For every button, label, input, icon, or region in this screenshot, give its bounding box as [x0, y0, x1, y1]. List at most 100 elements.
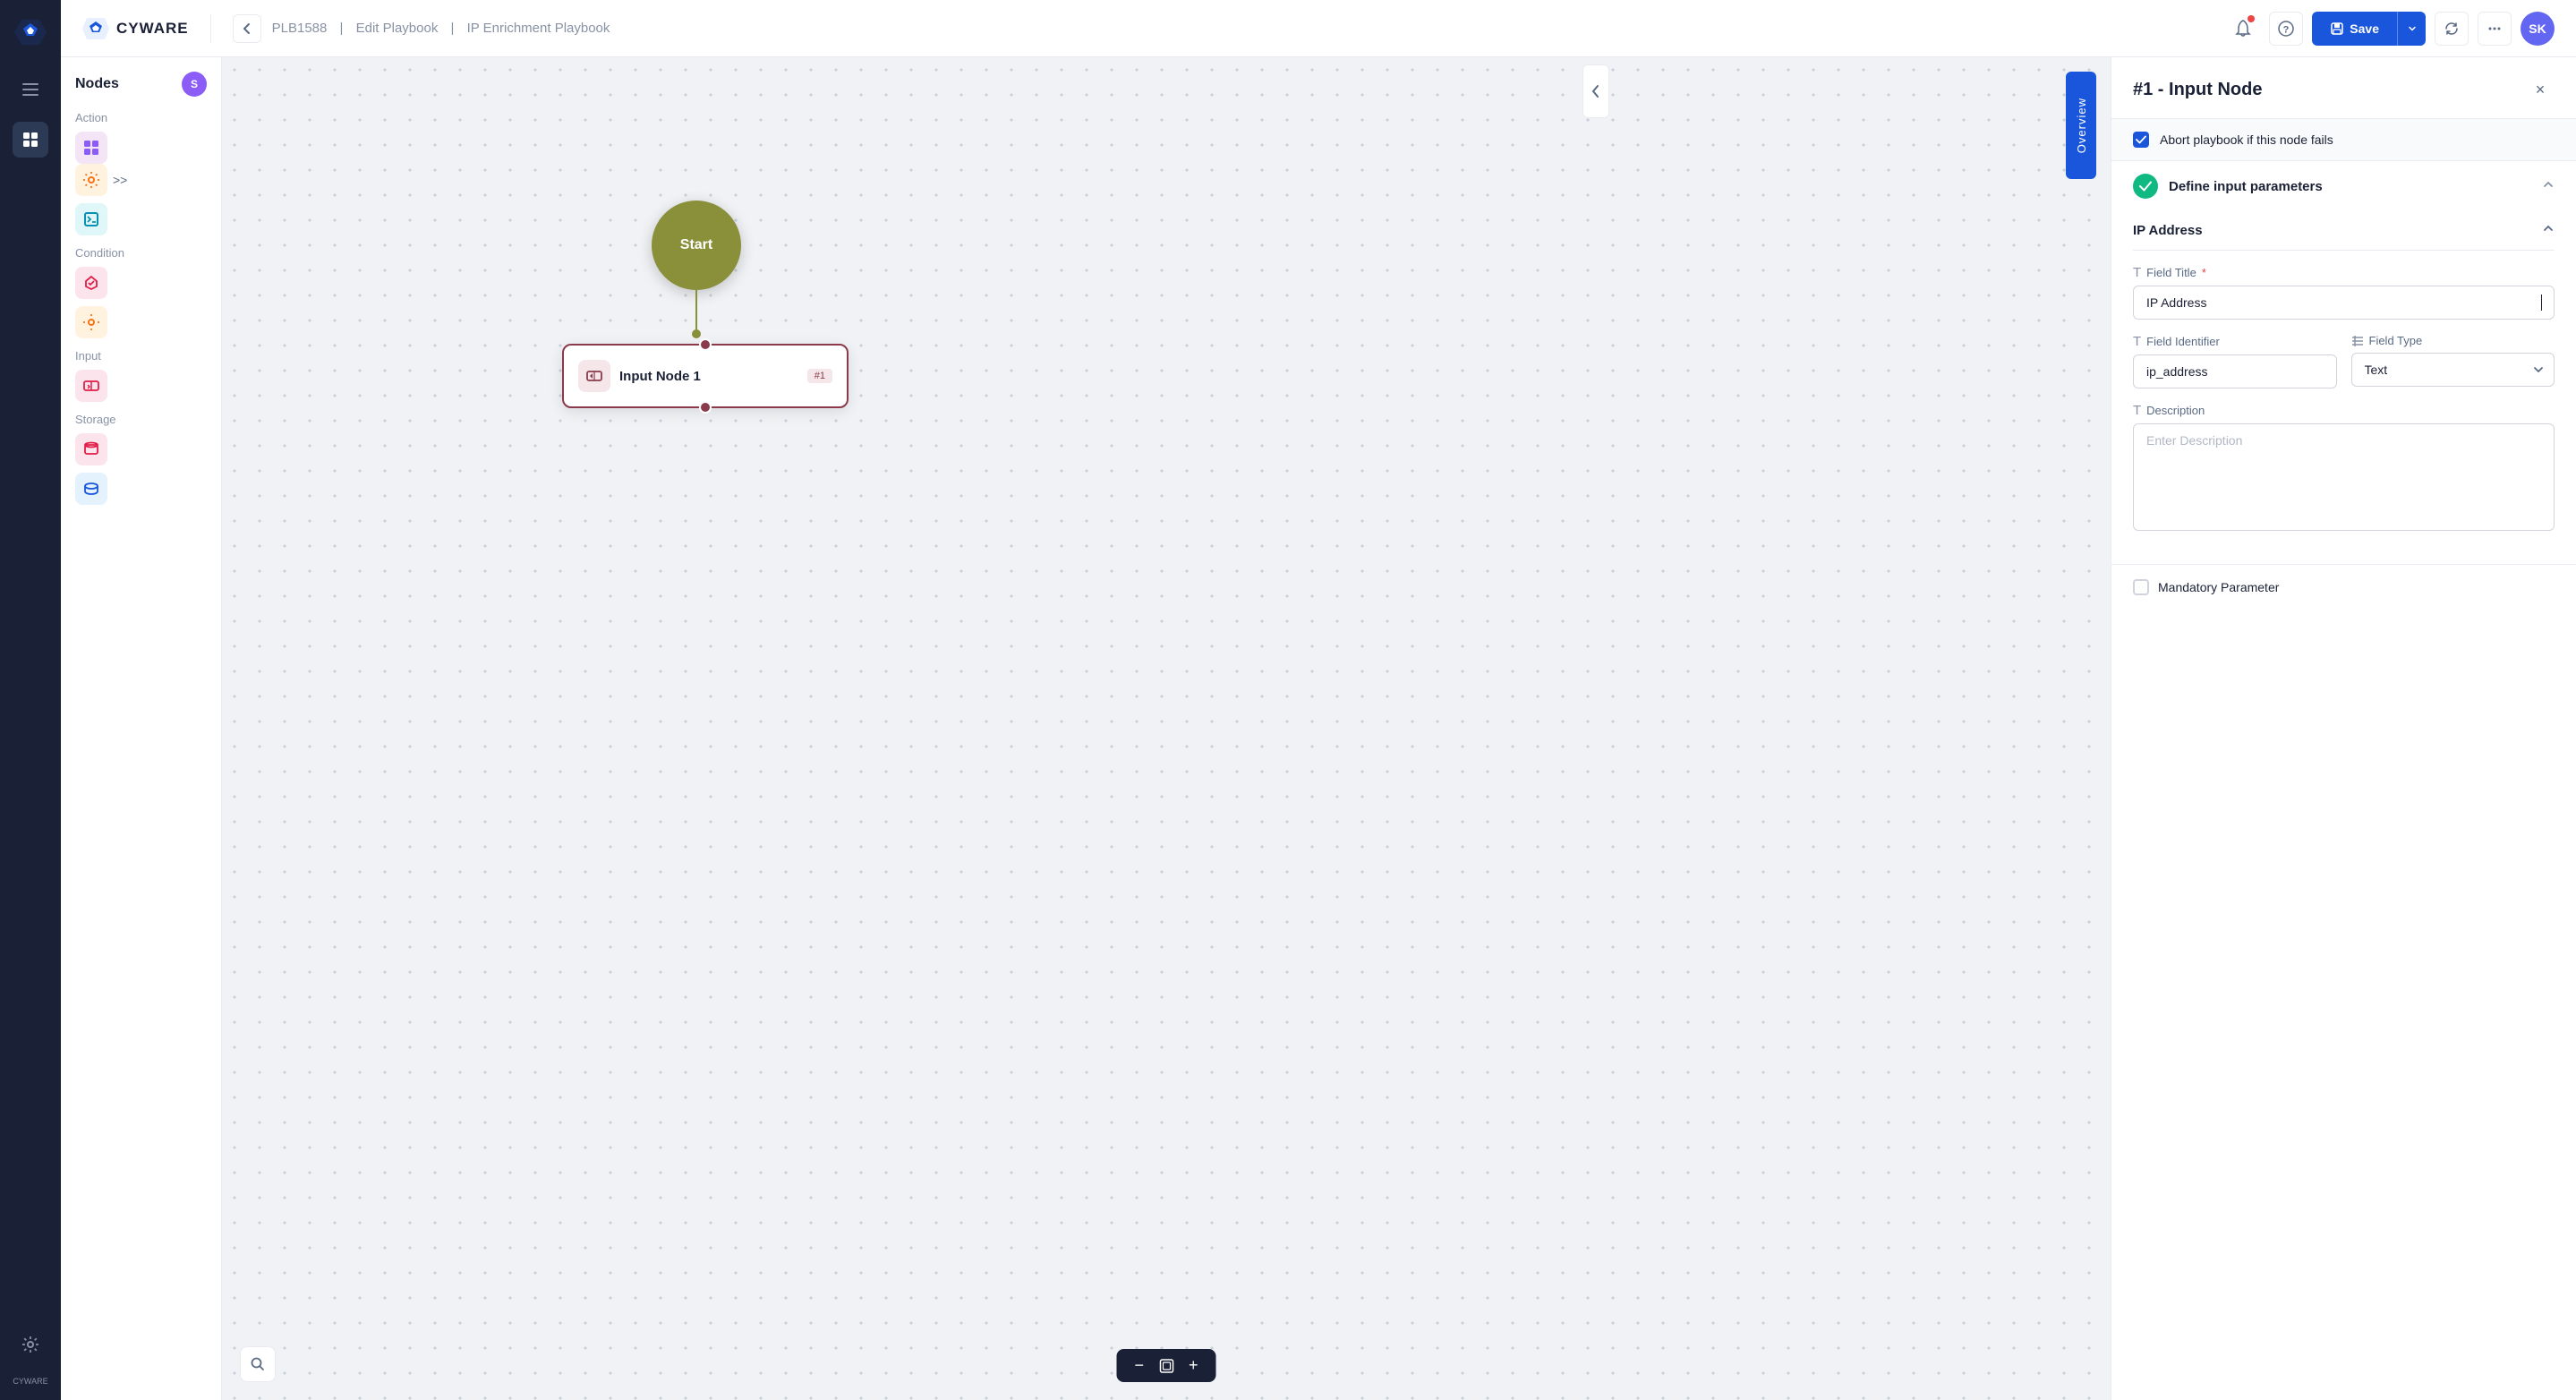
right-panel: #1 - Input Node × Abort playbook if this…: [2111, 57, 2576, 1400]
notification-badge: [2248, 15, 2255, 22]
zoom-fit-button[interactable]: [1158, 1358, 1174, 1374]
palette-bracket-icons: [75, 203, 207, 235]
svg-text:?: ?: [2283, 24, 2290, 35]
mandatory-checkbox[interactable]: [2133, 579, 2149, 595]
palette-header: Nodes S: [75, 72, 207, 97]
zoom-controls: − +: [1116, 1349, 1215, 1382]
cyware-brand-label: CYWARE: [13, 1377, 47, 1386]
palette-icon-bracket[interactable]: [75, 203, 107, 235]
start-node[interactable]: Start: [652, 201, 741, 290]
palette-section-condition-label: Condition: [75, 246, 207, 260]
right-panel-body: Abort playbook if this node fails Define…: [2111, 119, 2576, 1400]
ip-section-title: IP Address: [2133, 223, 2203, 238]
field-identifier-label: T Field Identifier: [2133, 334, 2337, 349]
expand-arrow[interactable]: >>: [113, 173, 127, 187]
notification-icon[interactable]: [2226, 12, 2260, 46]
palette-storage-icons: [75, 433, 207, 505]
field-title-t-icon: T: [2133, 265, 2141, 280]
palette-icon-storage2[interactable]: [75, 473, 107, 505]
overview-panel[interactable]: Overview: [2066, 72, 2096, 179]
zoom-in-button[interactable]: +: [1189, 1356, 1198, 1375]
header-nav: PLB1588 | Edit Playbook | IP Enrichment …: [233, 14, 614, 43]
save-dropdown-button[interactable]: [2397, 12, 2426, 46]
palette-section-input-label: Input: [75, 349, 207, 363]
ip-section-chevron: [2542, 222, 2555, 239]
field-row-two-col: T Field Identifier: [2133, 334, 2555, 388]
palette-condition-icons: [75, 267, 207, 338]
field-id-t-icon: T: [2133, 334, 2141, 349]
header-logo: CYWARE: [82, 16, 189, 41]
field-title-label: T Field Title *: [2133, 265, 2555, 280]
field-type-list-icon: [2351, 335, 2364, 347]
user-avatar[interactable]: SK: [2521, 12, 2555, 46]
sidebar-bottom: CYWARE: [13, 1327, 48, 1386]
abort-row: Abort playbook if this node fails: [2111, 119, 2576, 161]
input-node-icon: [578, 360, 610, 392]
top-header: CYWARE PLB1588 | Edit Playbook | IP Enri…: [61, 0, 2576, 57]
field-title-input-wrapper: [2133, 286, 2555, 320]
field-identifier-input[interactable]: [2133, 354, 2337, 388]
abort-checkbox[interactable]: [2133, 132, 2149, 148]
breadcrumb-sep2: |: [451, 21, 455, 36]
save-button[interactable]: Save: [2312, 12, 2397, 46]
field-type-group: Field Type Text Number Boolean Date List: [2351, 334, 2555, 388]
palette-input-icons: [75, 370, 207, 402]
ip-section-header: IP Address: [2133, 211, 2555, 251]
define-params-header[interactable]: Define input parameters: [2111, 161, 2576, 211]
breadcrumb-sep1: |: [340, 21, 344, 36]
input-node-badge: #1: [807, 369, 832, 383]
header-actions: ? Save: [2226, 12, 2555, 46]
overview-label: Overview: [2075, 98, 2088, 153]
start-connector-dot: [692, 329, 701, 338]
collapse-panel-btn[interactable]: [1582, 64, 1609, 118]
section-check-icon: [2133, 174, 2158, 199]
save-button-group: Save: [2312, 12, 2426, 46]
breadcrumb-action: Edit Playbook: [356, 21, 439, 36]
description-input[interactable]: [2133, 423, 2555, 531]
input-node[interactable]: Input Node 1 #1: [562, 344, 849, 408]
define-params-chevron: [2542, 178, 2555, 195]
close-panel-button[interactable]: ×: [2526, 75, 2555, 104]
cursor-beam: [2541, 295, 2543, 311]
sidebar-item-playbook[interactable]: [13, 122, 48, 158]
field-type-select[interactable]: Text Number Boolean Date List: [2351, 353, 2555, 387]
palette-avatar: S: [182, 72, 207, 97]
palette-icon-condition[interactable]: [75, 267, 107, 299]
define-params-section: Define input parameters IP Address: [2111, 161, 2576, 565]
palette-icon-storage1[interactable]: [75, 433, 107, 465]
palette-icon-condition-gear[interactable]: [75, 306, 107, 338]
cyware-logo[interactable]: [13, 14, 48, 50]
palette-icon-grid[interactable]: [75, 132, 107, 164]
breadcrumb-id: PLB1588: [272, 21, 328, 36]
mandatory-label: Mandatory Parameter: [2158, 580, 2279, 594]
canvas-area[interactable]: Overview Start: [222, 57, 2111, 1400]
back-button[interactable]: [233, 14, 261, 43]
field-title-required: *: [2202, 266, 2206, 279]
description-label: T Description: [2133, 403, 2555, 418]
palette-section-action-label: Action: [75, 111, 207, 124]
hamburger-menu[interactable]: [13, 72, 48, 107]
desc-t-icon: T: [2133, 403, 2141, 418]
field-identifier-group: T Field Identifier: [2133, 334, 2337, 388]
palette-icon-gear[interactable]: [75, 164, 107, 196]
right-panel-title: #1 - Input Node: [2133, 80, 2262, 100]
node-palette: Nodes S Action: [61, 57, 222, 1400]
abort-label: Abort playbook if this node fails: [2160, 132, 2333, 147]
mandatory-row: Mandatory Parameter: [2111, 565, 2576, 610]
canvas-search-button[interactable]: [240, 1346, 276, 1382]
breadcrumb-name: IP Enrichment Playbook: [467, 21, 610, 36]
input-node-title: Input Node 1: [619, 369, 701, 384]
sidebar-settings[interactable]: [13, 1327, 48, 1362]
refresh-button[interactable]: [2435, 12, 2469, 46]
field-title-input[interactable]: [2133, 286, 2555, 320]
help-button[interactable]: ?: [2269, 12, 2303, 46]
field-title-group: T Field Title *: [2133, 265, 2555, 320]
define-params-title: Define input parameters: [2169, 179, 2531, 194]
description-group: T Description: [2133, 403, 2555, 535]
palette-expand-action: >>: [75, 164, 207, 196]
more-options-button[interactable]: [2478, 12, 2512, 46]
zoom-out-button[interactable]: −: [1134, 1356, 1144, 1375]
left-sidebar: CYWARE: [0, 0, 61, 1400]
palette-icon-input[interactable]: [75, 370, 107, 402]
main-area: CYWARE PLB1588 | Edit Playbook | IP Enri…: [61, 0, 2576, 1400]
